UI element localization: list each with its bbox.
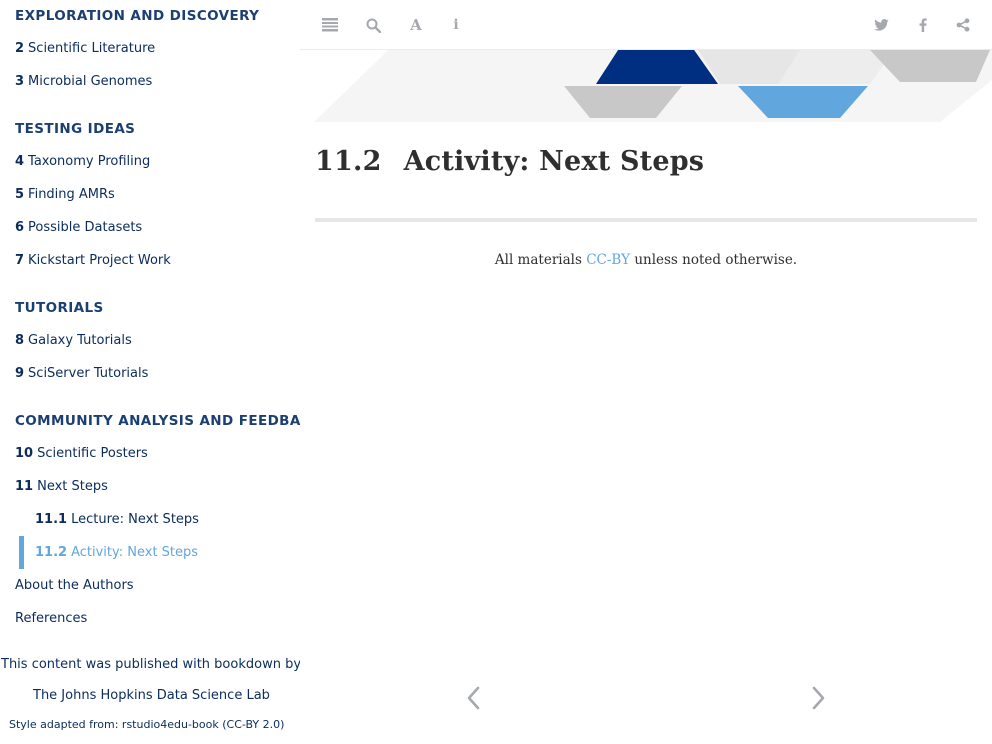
published-with-text: This content was published with bookdown… — [1, 657, 300, 672]
style-credit-link[interactable]: Style adapted from: rstudio4edu-book (CC… — [9, 718, 284, 731]
search-icon[interactable] — [363, 14, 383, 36]
active-item-indicator — [19, 536, 24, 569]
twitter-icon[interactable] — [871, 14, 891, 36]
chapter-number: 5 — [15, 187, 25, 202]
sidebar-item-label: Next Steps — [37, 479, 108, 494]
page-title: 11.2 Activity: Next Steps — [315, 146, 704, 177]
chapter-number: 3 — [15, 74, 25, 89]
sidebar-item-label: Microbial Genomes — [28, 74, 153, 89]
chapter-number: 8 — [15, 333, 25, 348]
section-header-exploration: Exploration and Discovery — [15, 8, 260, 24]
sidebar-item-references[interactable]: References — [15, 611, 87, 626]
chapter-number: 4 — [15, 154, 25, 169]
section-header-tutorials: Tutorials — [15, 300, 104, 316]
sidebar-item-label: SciServer Tutorials — [28, 366, 149, 381]
sidebar-item-label: Kickstart Project Work — [28, 253, 171, 268]
chevron-right-icon — [812, 686, 825, 710]
chapter-number: 2 — [15, 41, 25, 56]
chapter-number: 11 — [15, 479, 34, 494]
publisher-link[interactable]: The Johns Hopkins Data Science Lab — [33, 688, 270, 703]
share-icon[interactable] — [953, 14, 973, 36]
license-prefix: All materials — [494, 252, 582, 268]
sidebar-item-activity-next-steps[interactable]: 11.2 Activity: Next Steps — [35, 545, 198, 560]
sidebar-item-kickstart-project-work[interactable]: 7 Kickstart Project Work — [15, 253, 171, 268]
license-link[interactable]: CC-BY — [586, 252, 630, 268]
page-title-number: 11.2 — [315, 146, 382, 177]
sidebar-item-scientific-posters[interactable]: 10 Scientific Posters — [15, 446, 148, 461]
sidebar-item-finding-amrs[interactable]: 5 Finding AMRs — [15, 187, 115, 202]
sidebar-item-galaxy-tutorials[interactable]: 8 Galaxy Tutorials — [15, 333, 132, 348]
sidebar-item-next-steps[interactable]: 11 Next Steps — [15, 479, 108, 494]
sidebar-item-possible-datasets[interactable]: 6 Possible Datasets — [15, 220, 142, 235]
chapter-number: 10 — [15, 446, 34, 461]
next-page-button[interactable] — [808, 683, 828, 713]
title-divider — [315, 218, 977, 222]
sidebar-item-scientific-literature[interactable]: 2 Scientific Literature — [15, 41, 155, 56]
sidebar-item-taxonomy-profiling[interactable]: 4 Taxonomy Profiling — [15, 154, 150, 169]
facebook-icon[interactable] — [913, 14, 933, 36]
license-suffix: unless noted otherwise. — [634, 252, 798, 268]
sidebar-item-microbial-genomes[interactable]: 3 Microbial Genomes — [15, 74, 152, 89]
section-header-community: Community Analysis and Feedback — [15, 413, 300, 429]
license-notice: All materials CC-BY unless noted otherwi… — [315, 252, 977, 268]
sidebar-item-about-authors[interactable]: About the Authors — [15, 578, 134, 593]
sidebar-item-label: Finding AMRs — [28, 187, 115, 202]
section-header-testing: Testing Ideas — [15, 121, 136, 137]
previous-page-button[interactable] — [464, 683, 484, 713]
sidebar-toc: Exploration and Discovery 2 Scientific Li… — [0, 0, 300, 744]
chapter-number: 11.2 — [35, 545, 68, 560]
toc-toggle-icon[interactable] — [320, 14, 340, 36]
sidebar-item-label: Scientific Posters — [37, 446, 148, 461]
sidebar-item-label: Taxonomy Profiling — [28, 154, 151, 169]
chapter-number: 7 — [15, 253, 25, 268]
sidebar-item-label: Lecture: Next Steps — [71, 512, 199, 527]
chevron-left-icon — [467, 686, 480, 710]
sidebar-item-label: Scientific Literature — [28, 41, 156, 56]
chapter-number: 9 — [15, 366, 25, 381]
sidebar-item-lecture-next-steps[interactable]: 11.1 Lecture: Next Steps — [35, 512, 199, 527]
info-icon[interactable]: i — [446, 14, 466, 36]
font-settings-icon[interactable]: A — [406, 14, 426, 36]
sidebar-item-label: Activity: Next Steps — [71, 545, 199, 560]
chapter-number: 11.1 — [35, 512, 68, 527]
sidebar-item-sciserver-tutorials[interactable]: 9 SciServer Tutorials — [15, 366, 148, 381]
page-title-text: Activity: Next Steps — [403, 146, 705, 177]
sidebar-item-label: Possible Datasets — [28, 220, 143, 235]
book-toolbar: A i — [300, 0, 992, 50]
sidebar-item-label: Galaxy Tutorials — [28, 333, 132, 348]
chapter-number: 6 — [15, 220, 25, 235]
